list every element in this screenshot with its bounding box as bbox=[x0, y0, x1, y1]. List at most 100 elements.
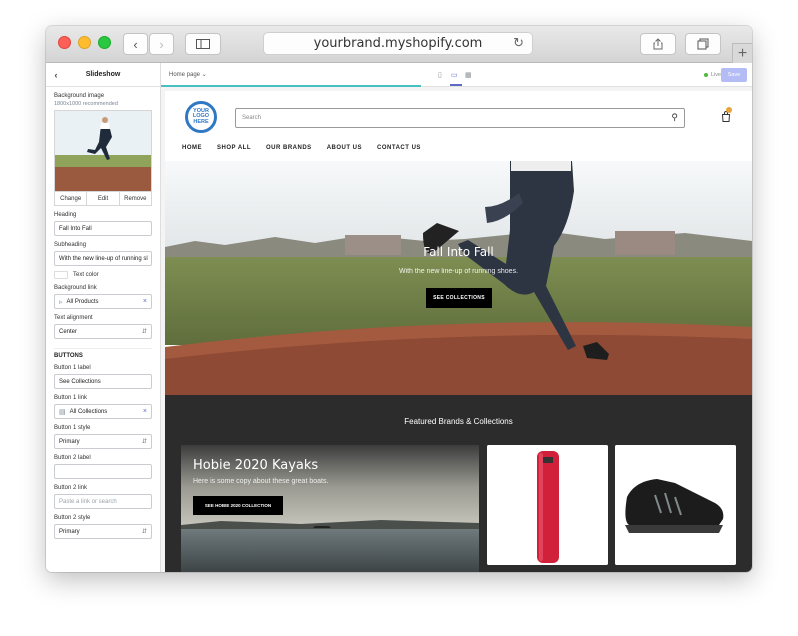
hobie-collection-card[interactable]: Hobie 2020 Kayaks Here is some copy abou… bbox=[181, 445, 479, 572]
button2-style-select[interactable]: Primary ⇵ bbox=[54, 524, 152, 539]
heading-label: Heading bbox=[54, 212, 77, 218]
chevron-left-icon: ‹ bbox=[133, 36, 138, 52]
loading-progress-bar bbox=[161, 85, 421, 87]
sidebar-icon bbox=[196, 39, 210, 49]
chevron-right-icon: › bbox=[159, 36, 164, 52]
featured-collections-section: Featured Brands & Collections Hobie 2020… bbox=[165, 395, 752, 572]
collection-icon: ▤ bbox=[59, 408, 66, 416]
hobie-card-subtitle: Here is some copy about these great boat… bbox=[193, 478, 329, 485]
see-collections-button[interactable]: SEE COLLECTIONS bbox=[426, 288, 492, 308]
background-link-value: All Products bbox=[66, 298, 99, 305]
tag-icon: ▹ bbox=[59, 298, 63, 306]
button1-style-value: Primary bbox=[59, 438, 80, 445]
text-alignment-label: Text alignment bbox=[54, 315, 93, 321]
featured-section-title: Featured Brands & Collections bbox=[404, 417, 513, 426]
cart-count-badge bbox=[726, 107, 732, 113]
theme-editor-sidebar: ‹ Slideshow Background image 1800x1000 r… bbox=[46, 63, 161, 572]
button1-style-select[interactable]: Primary ⇵ bbox=[54, 434, 152, 449]
button1-label-label: Button 1 label bbox=[54, 365, 91, 371]
hero-subheading: With the new line-up of running shoes. bbox=[398, 268, 519, 275]
live-status: Live bbox=[704, 72, 721, 78]
browser-window: ‹ › yourbrand.myshopify.com ↻ + ‹ Slides… bbox=[46, 26, 752, 572]
nav-about-us[interactable]: ABOUT US bbox=[327, 145, 362, 151]
store-header: YOUR LOGO HERE Search ⚲ HOME SHOP ALL OUR … bbox=[165, 91, 752, 161]
see-hobie-collection-button[interactable]: SEE HOBIE 2020 COLLECTION bbox=[193, 496, 283, 515]
buttons-section-header: BUTTONS bbox=[54, 348, 152, 359]
share-button[interactable] bbox=[640, 33, 676, 55]
runner-thumbnail-image bbox=[55, 111, 151, 191]
button2-link-input[interactable]: Paste a link or search bbox=[54, 494, 152, 509]
active-view-indicator bbox=[450, 84, 462, 86]
store-nav: HOME SHOP ALL OUR BRANDS ABOUT US CONTAC… bbox=[182, 145, 421, 151]
sidebar-toggle-button[interactable] bbox=[185, 33, 221, 55]
minimize-window-button[interactable] bbox=[78, 36, 91, 49]
nav-contact-us[interactable]: CONTACT US bbox=[377, 145, 421, 151]
text-color-swatch[interactable] bbox=[54, 271, 68, 279]
button1-link-value: All Collections bbox=[69, 408, 108, 415]
button2-label-input[interactable] bbox=[54, 464, 152, 479]
reload-icon[interactable]: ↻ bbox=[513, 36, 524, 51]
button2-style-value: Primary bbox=[59, 528, 80, 535]
close-window-button[interactable] bbox=[58, 36, 71, 49]
product-card-shoe[interactable] bbox=[615, 445, 736, 565]
button1-style-label: Button 1 style bbox=[54, 425, 91, 431]
background-link-label: Background link bbox=[54, 285, 97, 291]
subheading-label: Subheading bbox=[54, 242, 87, 248]
share-icon bbox=[653, 38, 663, 50]
hero-slideshow: Fall Into Fall With the new line-up of r… bbox=[165, 161, 752, 395]
save-button[interactable]: Save bbox=[721, 68, 747, 82]
address-bar[interactable]: yourbrand.myshopify.com ↻ bbox=[263, 32, 533, 55]
search-icon[interactable]: ⚲ bbox=[671, 112, 678, 123]
background-link-field[interactable]: ▹ All Products × bbox=[54, 294, 152, 309]
nav-our-brands[interactable]: OUR BRANDS bbox=[266, 145, 312, 151]
cart-icon[interactable] bbox=[721, 107, 732, 125]
select-caret-icon: ⇵ bbox=[141, 329, 147, 335]
edit-image-button[interactable]: Edit bbox=[87, 192, 120, 205]
subheading-input[interactable]: With the new line-up of running sl bbox=[54, 251, 152, 266]
page-select[interactable]: Home page ⌄ bbox=[169, 71, 207, 78]
background-image-label: Background image bbox=[54, 93, 105, 99]
text-color-setting[interactable]: Text color bbox=[54, 271, 152, 279]
back-chevron-icon[interactable]: ‹ bbox=[46, 70, 66, 80]
background-image-hint: 1800x1000 recommended bbox=[54, 101, 118, 107]
desktop-view-icon[interactable]: ▭ bbox=[451, 71, 458, 79]
nav-shop-all[interactable]: SHOP ALL bbox=[217, 145, 251, 151]
select-caret-icon: ⇵ bbox=[141, 529, 147, 535]
editor-topbar: Home page ⌄ ▯ ▭ ▦ Live Save bbox=[161, 63, 752, 87]
image-actions: Change Edit Remove bbox=[54, 192, 152, 206]
red-sleeping-pad-image bbox=[487, 445, 608, 565]
new-tab-button[interactable]: + bbox=[732, 43, 752, 63]
remove-image-button[interactable]: Remove bbox=[120, 192, 151, 205]
select-caret-icon: ⇵ bbox=[141, 439, 147, 445]
live-status-text: Live bbox=[711, 72, 722, 78]
fullscreen-view-icon[interactable]: ▦ bbox=[465, 71, 472, 79]
clear-link-icon[interactable]: × bbox=[143, 298, 147, 305]
forward-button[interactable]: › bbox=[149, 33, 174, 55]
nav-home[interactable]: HOME bbox=[182, 145, 202, 151]
button1-link-field[interactable]: ▤ All Collections × bbox=[54, 404, 152, 419]
hero-background-image bbox=[165, 161, 752, 395]
screenshot: ‹ › yourbrand.myshopify.com ↻ + ‹ Slides… bbox=[0, 0, 798, 636]
button1-label-input[interactable]: See Collections bbox=[54, 374, 152, 389]
zoom-window-button[interactable] bbox=[98, 36, 111, 49]
text-alignment-select[interactable]: Center ⇵ bbox=[54, 324, 152, 339]
hobie-card-title: Hobie 2020 Kayaks bbox=[193, 458, 319, 473]
sidebar-header: ‹ Slideshow bbox=[46, 63, 160, 87]
store-search-input[interactable]: Search ⚲ bbox=[235, 108, 685, 128]
tabs-icon bbox=[697, 38, 709, 50]
mobile-view-icon[interactable]: ▯ bbox=[438, 71, 442, 79]
heading-input[interactable]: Fall Into Fall bbox=[54, 221, 152, 236]
store-logo[interactable]: YOUR LOGO HERE bbox=[185, 101, 217, 133]
product-card-sleeping-pad[interactable] bbox=[487, 445, 608, 565]
hero-heading: Fall Into Fall bbox=[423, 245, 494, 259]
back-button[interactable]: ‹ bbox=[123, 33, 148, 55]
chevron-down-icon: ⌄ bbox=[201, 72, 207, 78]
tabs-overview-button[interactable] bbox=[685, 33, 721, 55]
button2-link-label: Button 2 link bbox=[54, 485, 88, 491]
clear-button1-link-icon[interactable]: × bbox=[143, 408, 147, 415]
change-image-button[interactable]: Change bbox=[55, 192, 88, 205]
browser-toolbar: ‹ › yourbrand.myshopify.com ↻ + bbox=[46, 26, 752, 63]
logo-text: YOUR LOGO HERE bbox=[192, 107, 210, 125]
black-running-shoe-image bbox=[615, 445, 736, 565]
background-image-thumbnail bbox=[54, 110, 152, 192]
